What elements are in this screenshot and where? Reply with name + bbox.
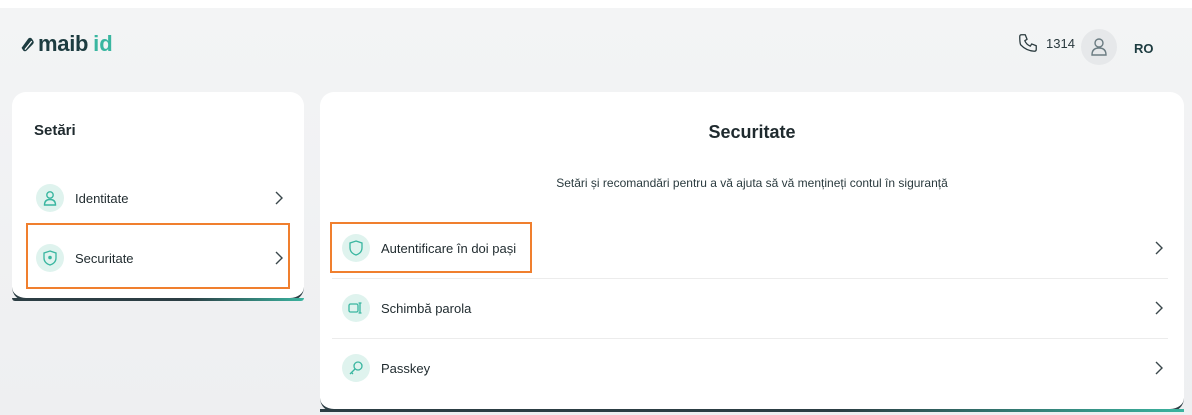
sidebar-title: Setări bbox=[34, 122, 76, 139]
user-account-button[interactable] bbox=[1081, 29, 1117, 65]
logo[interactable]: maib id bbox=[19, 31, 113, 57]
chevron-right-icon bbox=[1155, 241, 1163, 255]
user-icon bbox=[36, 184, 64, 212]
user-icon bbox=[1091, 38, 1107, 56]
chevron-right-icon bbox=[275, 191, 283, 205]
logo-suffix: id bbox=[93, 31, 113, 56]
highlight-box-two-factor bbox=[330, 222, 532, 273]
top-bar: maib id 1314 RO bbox=[0, 8, 1192, 78]
divider bbox=[332, 338, 1168, 339]
language-switcher[interactable]: RO bbox=[1134, 41, 1154, 56]
chevron-right-icon bbox=[1155, 301, 1163, 315]
logo-mark-icon bbox=[21, 37, 34, 51]
chevron-right-icon bbox=[1155, 361, 1163, 375]
row-label: Schimbă parola bbox=[381, 300, 472, 316]
highlight-box-sidebar bbox=[26, 223, 290, 289]
page-subtitle: Setări și recomandări pentru a vă ajuta … bbox=[556, 176, 948, 190]
sidebar-accent-bar bbox=[12, 298, 304, 301]
sidebar-item-label: Identitate bbox=[75, 190, 129, 206]
phone-contact[interactable]: 1314 bbox=[1017, 32, 1075, 54]
phone-icon bbox=[1019, 34, 1037, 52]
row-label: Passkey bbox=[381, 360, 431, 376]
divider bbox=[332, 278, 1168, 279]
row-change-password[interactable]: Schimbă parola bbox=[332, 280, 1168, 336]
phone-number: 1314 bbox=[1046, 35, 1075, 51]
row-passkey[interactable]: Passkey bbox=[332, 340, 1168, 396]
logo-text: maib bbox=[38, 31, 89, 56]
sidebar-item-identitate[interactable]: Identitate bbox=[26, 172, 290, 224]
key-icon bbox=[342, 354, 370, 382]
page-title: Securitate bbox=[708, 122, 796, 142]
panel-accent-bar bbox=[320, 409, 1184, 412]
password-icon bbox=[342, 294, 370, 322]
